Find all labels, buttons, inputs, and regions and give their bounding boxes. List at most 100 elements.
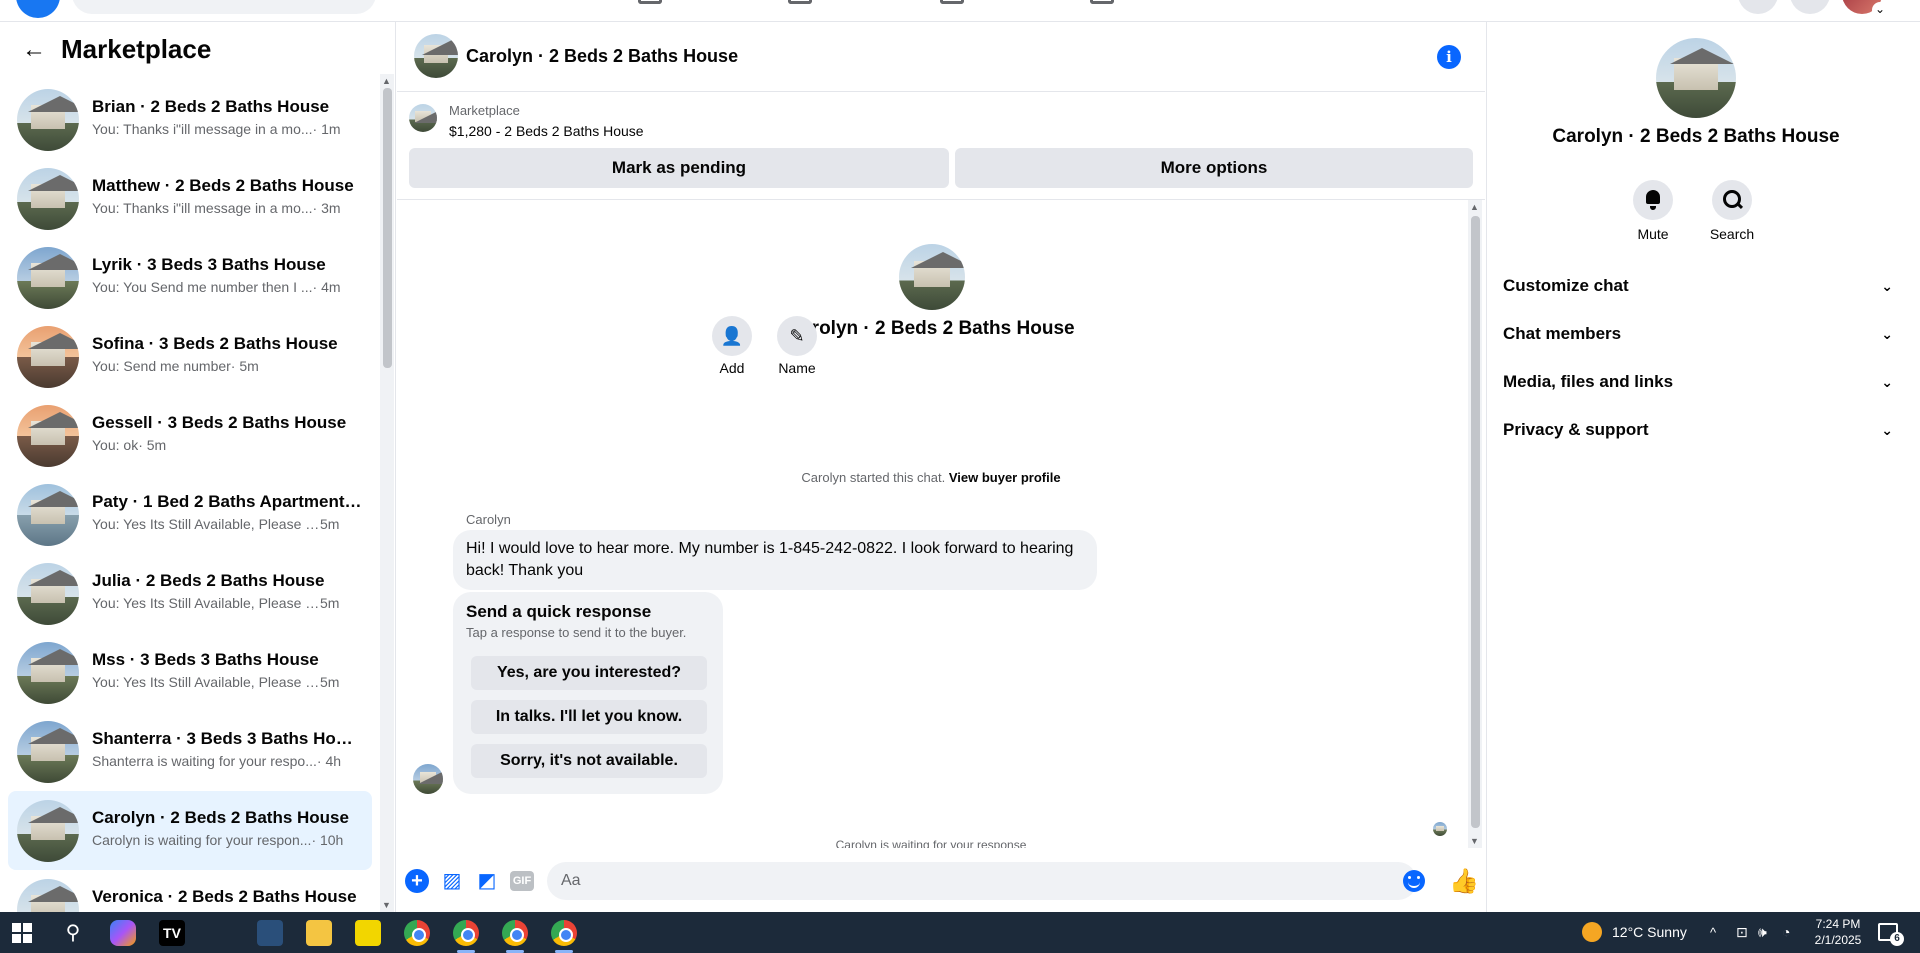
view-buyer-profile-link[interactable]: View buyer profile — [949, 470, 1061, 485]
gaming-nav-icon[interactable] — [1090, 0, 1114, 4]
thread-scroll-down-icon[interactable]: ▼ — [1470, 836, 1479, 846]
conversation-avatar — [17, 721, 79, 783]
thread-scrollbar[interactable]: ▲ ▼ — [1468, 200, 1482, 848]
facebook-logo-icon[interactable] — [16, 0, 60, 18]
file-explorer-icon[interactable] — [306, 920, 332, 946]
chat-members-section[interactable]: Chat members ⌄ — [1503, 314, 1903, 354]
wifi-icon[interactable]: ◔ — [1782, 912, 1790, 953]
copilot-icon[interactable] — [110, 920, 136, 946]
tradingview-icon[interactable]: TV — [159, 920, 185, 946]
taskbar-search-icon[interactable]: ⚲ — [60, 920, 86, 946]
conversation-preview: You: Yes Its Still Available, Please S..… — [92, 674, 339, 690]
info-icon[interactable]: i — [1437, 45, 1461, 69]
conversation-item[interactable]: Matthew · 2 Beds 2 Baths House You: Thank… — [8, 159, 372, 238]
conversation-name: Mss · 3 Beds 3 Baths House — [92, 650, 319, 669]
conversation-item[interactable]: Lyrik · 3 Beds 3 Baths House You: You Sen… — [8, 238, 372, 317]
quick-response-card: Send a quick response Tap a response to … — [453, 592, 723, 794]
preview-time: · 3m — [312, 200, 341, 216]
quick-response-in-talks-button[interactable]: In talks. I'll let you know. — [471, 700, 707, 734]
notifications-icon[interactable] — [1790, 0, 1830, 14]
volume-icon[interactable]: 🕪 — [1758, 912, 1767, 953]
sidebar-scroll-thumb[interactable] — [383, 88, 392, 368]
notification-count-badge: 6 — [1890, 932, 1904, 946]
add-person-button[interactable]: 👤 — [712, 316, 752, 356]
scroll-up-icon[interactable]: ▲ — [382, 76, 391, 86]
message-input[interactable] — [547, 862, 1417, 900]
windows-start-icon[interactable] — [12, 923, 32, 943]
conversation-avatar — [17, 247, 79, 309]
preview-text: You: Yes Its Still Available, Please S..… — [92, 516, 320, 532]
groups-nav-icon[interactable] — [638, 0, 662, 4]
chrome-profile-icon[interactable] — [551, 920, 577, 946]
thumbs-up-icon[interactable]: 👍 — [1449, 867, 1479, 896]
preview-text: You: You Send me number then I ... — [92, 279, 313, 295]
chat-pane: Carolyn · 2 Beds 2 Baths House i Marketp… — [397, 22, 1485, 912]
conversation-preview: You: Thanks i"ill message in a mo...· 1m — [92, 121, 341, 137]
edit-name-button[interactable]: ✎ — [777, 316, 817, 356]
menu-grid-icon[interactable] — [1738, 0, 1778, 14]
emoji-icon[interactable] — [1403, 870, 1425, 892]
feeds-nav-icon[interactable] — [940, 0, 964, 4]
privacy-support-section[interactable]: Privacy & support ⌄ — [1503, 410, 1903, 450]
search-label: Search — [1709, 226, 1755, 242]
listing-thumbnail[interactable] — [409, 104, 437, 132]
network-icon[interactable]: ⊡ — [1736, 912, 1748, 953]
thread-scroll-thumb[interactable] — [1471, 216, 1480, 828]
sticky-notes-icon[interactable] — [355, 920, 381, 946]
more-options-button[interactable]: More options — [955, 148, 1473, 188]
conversation-avatar — [17, 326, 79, 388]
back-arrow-icon[interactable]: ← — [20, 36, 48, 64]
conversation-item[interactable]: Gessell · 3 Beds 2 Baths House You: ok· 5… — [8, 396, 372, 475]
pencil-icon: ✎ — [789, 326, 805, 346]
marketplace-nav-icon[interactable] — [788, 0, 812, 4]
conversation-item[interactable]: Sofina · 3 Beds 2 Baths House You: Send m… — [8, 317, 372, 396]
conversation-item[interactable]: Carolyn · 2 Beds 2 Baths House Carolyn is… — [8, 791, 372, 870]
conversation-item[interactable]: Julia · 2 Beds 2 Baths House You: Yes Its… — [8, 554, 372, 633]
chrome-profile-icon[interactable] — [502, 920, 528, 946]
chevron-up-icon[interactable]: ^ — [1710, 912, 1716, 953]
sidebar-scrollbar[interactable]: ▲ ▼ — [380, 74, 394, 912]
search-icon[interactable] — [1712, 180, 1752, 220]
sticker-icon[interactable]: ◩ — [475, 869, 499, 893]
chevron-down-icon: ⌄ — [1881, 422, 1893, 438]
chrome-profile-icon[interactable] — [453, 920, 479, 946]
add-person-icon: 👤 — [720, 326, 744, 346]
quick-response-not-available-button[interactable]: Sorry, it's not available. — [471, 744, 707, 778]
conversation-name: Sofina · 3 Beds 2 Baths House — [92, 334, 338, 353]
media-files-links-section[interactable]: Media, files and links ⌄ — [1503, 362, 1903, 402]
scroll-down-icon[interactable]: ▼ — [382, 900, 391, 910]
clock-date: 2/1/2025 — [1814, 933, 1862, 947]
conversation-item[interactable]: Shanterra · 3 Beds 3 Baths House Shanterr… — [8, 712, 372, 791]
thread-scroll-up-icon[interactable]: ▲ — [1470, 202, 1479, 212]
chat-header-title[interactable]: Carolyn · 2 Beds 2 Baths House — [466, 46, 738, 67]
quick-response-interested-button[interactable]: Yes, are you interested? — [471, 656, 707, 690]
photo-icon[interactable]: ▨ — [440, 869, 464, 893]
preview-time: 5m — [320, 674, 340, 690]
sender-avatar[interactable] — [413, 764, 443, 794]
account-chevron-down-icon[interactable]: ⌄ — [1872, 2, 1888, 18]
conversation-item[interactable]: Paty · 1 Bed 2 Baths Apartment/... You: Y… — [8, 475, 372, 554]
listing-price-title[interactable]: $1,280 - 2 Beds 2 Baths House — [449, 123, 644, 139]
chrome-icon[interactable] — [404, 920, 430, 946]
sun-icon[interactable] — [1582, 922, 1602, 942]
customize-chat-section[interactable]: Customize chat ⌄ — [1503, 266, 1903, 306]
facebook-top-bar: ⌄ — [0, 0, 1920, 22]
gif-icon[interactable]: GIF — [510, 871, 534, 891]
conversation-item[interactable]: Mss · 3 Beds 3 Baths House You: Yes Its S… — [8, 633, 372, 712]
weather-text[interactable]: 12°C Sunny — [1612, 912, 1687, 953]
chat-header-avatar[interactable] — [414, 34, 458, 78]
quick-response-title: Send a quick response — [466, 602, 652, 621]
info-panel-title: Carolyn · 2 Beds 2 Baths House — [1552, 126, 1840, 147]
conversation-avatar — [17, 405, 79, 467]
mark-as-pending-button[interactable]: Mark as pending — [409, 148, 949, 188]
seen-indicator-avatar — [1433, 822, 1447, 836]
sidebar-header: ← Marketplace — [0, 22, 380, 74]
incoming-message-bubble[interactable]: Hi! I would love to hear more. My number… — [453, 530, 1097, 590]
mute-bell-icon[interactable] — [1633, 180, 1673, 220]
plus-icon[interactable]: + — [405, 869, 429, 893]
conversation-item[interactable]: Brian · 2 Beds 2 Baths House You: Thanks … — [8, 80, 372, 159]
desktop-app-icon[interactable] — [257, 920, 283, 946]
facebook-search-field[interactable] — [72, 0, 376, 14]
system-clock[interactable]: 7:24 PM 2/1/2025 — [1808, 916, 1868, 948]
conversation-list: Brian · 2 Beds 2 Baths House You: Thanks … — [0, 80, 380, 949]
